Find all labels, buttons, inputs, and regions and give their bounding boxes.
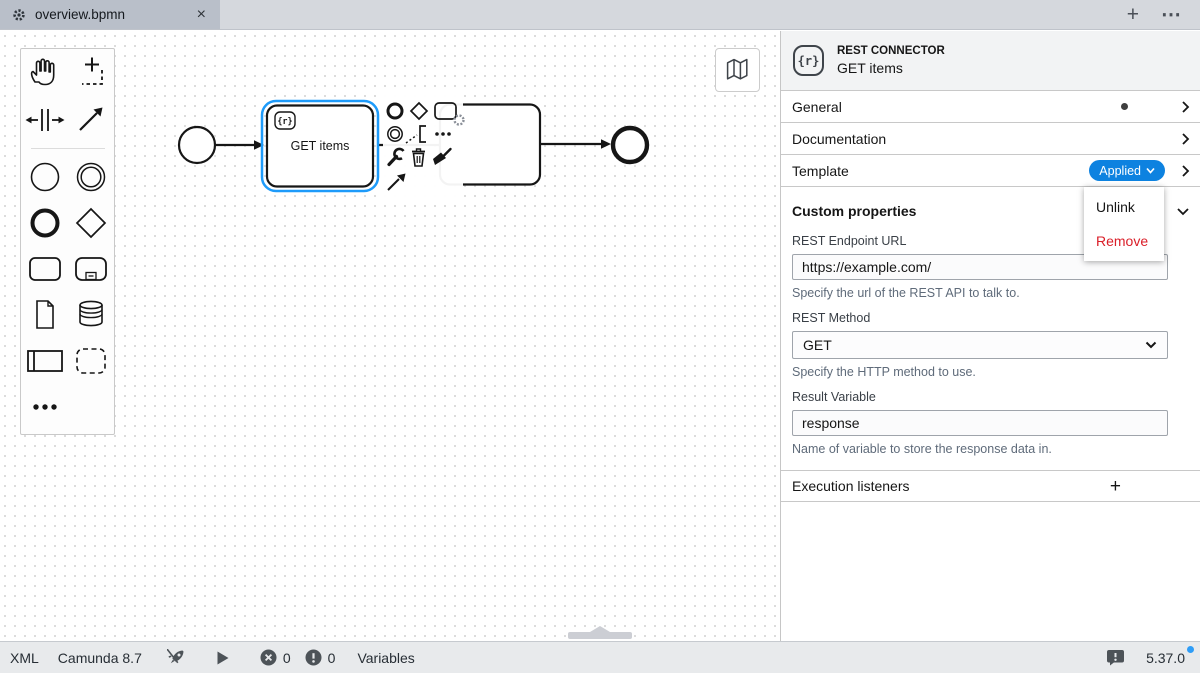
camunda-modeler-window: overview.bpmn × + ⋯ {r} GET items {r} RE…: [0, 0, 1200, 673]
palette-separator: [30, 148, 105, 149]
chevron-right-icon: [1181, 100, 1190, 114]
template-menu: Unlink Remove: [1084, 187, 1164, 261]
tab-bar: overview.bpmn × + ⋯: [0, 0, 1200, 30]
problems-indicator[interactable]: 0 0: [260, 649, 336, 666]
xml-view-button[interactable]: XML: [10, 650, 39, 666]
create-intermediate-event[interactable]: [68, 154, 114, 200]
template-menu-unlink[interactable]: Unlink: [1084, 190, 1164, 224]
element-type-label: REST CONNECTOR: [837, 45, 945, 57]
lasso-tool[interactable]: [68, 51, 114, 97]
bpmn-diagram-gear-icon: [12, 8, 26, 22]
chevron-right-icon: [1181, 132, 1190, 146]
section-general[interactable]: General: [781, 91, 1200, 123]
bottom-panel-expand-handle[interactable]: [568, 626, 632, 639]
tab-overview-bpmn[interactable]: overview.bpmn ×: [0, 0, 220, 29]
result-variable-help: Name of variable to store the response d…: [792, 442, 1052, 456]
endpoint-url-help: Specify the url of the REST API to talk …: [792, 286, 1020, 300]
error-icon: [260, 649, 277, 666]
app-version-button[interactable]: 5.37.0: [1146, 645, 1194, 666]
feedback-icon[interactable]: [1106, 649, 1125, 666]
minimap-toggle-button[interactable]: [715, 48, 760, 92]
space-tool[interactable]: [22, 97, 68, 143]
hand-tool[interactable]: [22, 51, 68, 97]
chevron-down-icon[interactable]: [1176, 207, 1190, 216]
template-applied-dropdown[interactable]: Applied: [1089, 160, 1165, 181]
rest-method-select[interactable]: GET: [792, 331, 1168, 359]
create-data-store[interactable]: [68, 292, 114, 338]
create-start-event[interactable]: [22, 154, 68, 200]
rest-connector-icon: {r}: [793, 45, 824, 76]
new-tab-button[interactable]: +: [1127, 4, 1139, 25]
properties-panel: {r} REST CONNECTOR GET items General Doc…: [780, 31, 1200, 641]
bpmn-canvas[interactable]: {r} GET items: [0, 31, 780, 641]
end-event-shape[interactable]: [610, 125, 650, 165]
result-variable-label: Result Variable: [792, 390, 876, 404]
engine-version-button[interactable]: Camunda 8.7: [58, 650, 142, 666]
properties-header: {r} REST CONNECTOR GET items: [781, 31, 1200, 91]
tab-overflow-menu-icon[interactable]: ⋯: [1161, 5, 1182, 25]
add-execution-listener-button[interactable]: +: [1110, 477, 1121, 496]
section-documentation[interactable]: Documentation: [781, 123, 1200, 155]
palette: [20, 48, 115, 435]
deploy-rocket-icon[interactable]: [166, 648, 186, 667]
rest-method-help: Specify the HTTP method to use.: [792, 365, 976, 379]
sequence-flow-3[interactable]: [540, 139, 611, 149]
section-execution-listeners[interactable]: Execution listeners +: [781, 471, 1200, 502]
template-menu-remove[interactable]: Remove: [1084, 224, 1164, 258]
create-data-object[interactable]: [22, 292, 68, 338]
section-template[interactable]: Template Applied: [781, 155, 1200, 187]
variables-button[interactable]: Variables: [357, 650, 414, 666]
error-count: 0: [282, 649, 291, 666]
global-connect-tool[interactable]: [68, 97, 114, 143]
bpmn-diagram: {r} GET items: [177, 95, 650, 201]
rest-method-label: REST Method: [792, 311, 871, 325]
svg-text:{r}: {r}: [277, 117, 292, 127]
task-get-items[interactable]: {r} GET items: [260, 99, 380, 193]
start-instance-play-icon[interactable]: [217, 651, 229, 665]
create-task[interactable]: [22, 246, 68, 292]
chevron-down-icon: [1146, 167, 1155, 174]
create-gateway[interactable]: [68, 200, 114, 246]
map-icon: [726, 58, 748, 80]
context-pad-more-icon[interactable]: [435, 132, 451, 136]
context-pad: [383, 95, 465, 201]
create-group[interactable]: [68, 338, 114, 384]
sequence-flow-1[interactable]: [215, 140, 264, 150]
tab-title: overview.bpmn: [35, 7, 126, 22]
tab-close-icon[interactable]: ×: [195, 6, 208, 23]
create-participant[interactable]: [22, 338, 68, 384]
element-name-label: GET items: [837, 60, 903, 76]
general-filled-dot-indicator: [1121, 103, 1128, 110]
status-bar: XML Camunda 8.7 0 0 Variables 5.37.0: [0, 641, 1200, 673]
more-tools-icon[interactable]: [22, 384, 68, 430]
create-subprocess[interactable]: [68, 246, 114, 292]
warning-icon: [305, 649, 322, 666]
result-variable-input[interactable]: [792, 410, 1168, 436]
start-event-shape[interactable]: [177, 125, 217, 165]
chevron-down-icon: [1145, 341, 1157, 349]
task-label: GET items: [291, 139, 350, 153]
warning-count: 0: [327, 649, 336, 666]
task-connector-badge: {r}: [274, 111, 296, 130]
update-available-dot: [1187, 645, 1194, 653]
create-end-event[interactable]: [22, 200, 68, 246]
chevron-right-icon: [1181, 164, 1190, 178]
